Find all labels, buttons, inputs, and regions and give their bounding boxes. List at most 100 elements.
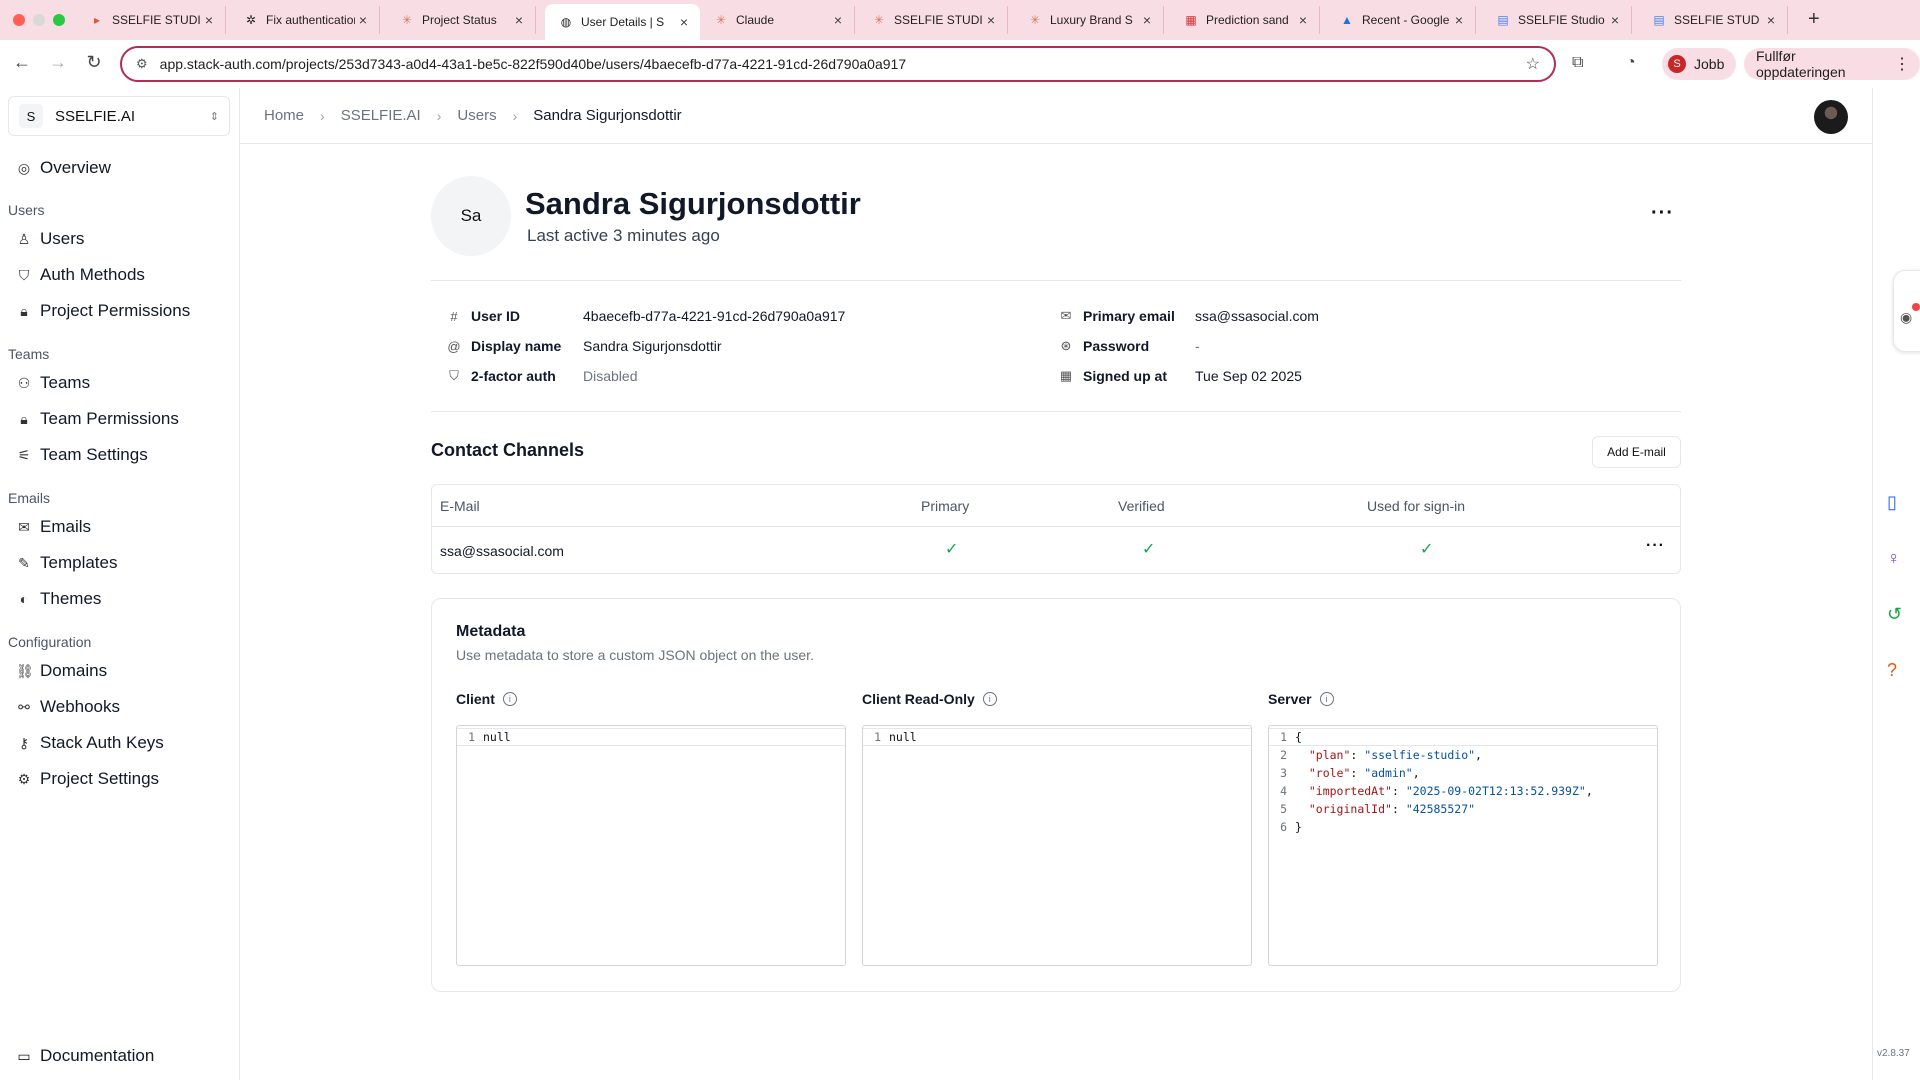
browser-tab[interactable]: ✳ Claude ×	[700, 6, 855, 34]
update-button[interactable]: Fullfør oppdateringen ⋮	[1744, 48, 1920, 80]
browser-tab-active[interactable]: ◍ User Details | S ×	[545, 4, 700, 40]
address-bar[interactable]: ⚙ app.stack-auth.com/projects/253d7343-a…	[120, 46, 1556, 82]
display-name-value[interactable]: Sandra Sigurjonsdottir	[583, 338, 722, 354]
info-icon[interactable]: i	[502, 692, 517, 706]
divider	[431, 280, 1681, 281]
browser-tab[interactable]: ▸ SSELFIE STUDIO ×	[76, 6, 226, 34]
browser-tab[interactable]: ✲ Fix authentication ×	[230, 6, 380, 34]
lightbulb-icon[interactable]: ♀	[1887, 548, 1901, 569]
sidebar-item-stack-auth-keys[interactable]: ⚷ Stack Auth Keys	[16, 733, 164, 753]
server-metadata-label: Server i	[1268, 691, 1334, 707]
metadata-card: Metadata Use metadata to store a custom …	[431, 598, 1681, 992]
column-header-email: E-Mail	[440, 498, 480, 514]
contact-email-cell: ssa@ssasocial.com	[440, 543, 564, 559]
asterisk-icon: ⊛	[1060, 338, 1072, 353]
breadcrumb-project[interactable]: SSELFIE.AI	[341, 107, 421, 124]
close-tab-icon[interactable]: ×	[1607, 12, 1623, 28]
close-tab-icon[interactable]: ×	[355, 12, 371, 28]
key-icon: ⚷	[18, 734, 30, 751]
browser-tab[interactable]: ▤ SSELFIE Studio ×	[1482, 6, 1632, 34]
account-avatar[interactable]	[1814, 100, 1848, 134]
feedback-widget[interactable]: ◉	[1893, 270, 1920, 352]
bookmark-star-icon[interactable]: ☆	[1526, 54, 1540, 74]
sidebar-item-domains[interactable]: ⛓ Domains	[16, 661, 107, 681]
field-display-name: @ Display name Sandra Sigurjonsdottir	[447, 338, 722, 354]
reload-button[interactable]: ↻	[82, 52, 106, 73]
sidebar-item-team-settings[interactable]: ⚟ Team Settings	[16, 445, 148, 465]
forward-button[interactable]: →	[46, 52, 70, 73]
add-email-button[interactable]: Add E-mail	[1592, 436, 1681, 468]
url-text[interactable]: app.stack-auth.com/projects/253d7343-a0d…	[160, 56, 1526, 72]
at-sign-icon: @	[447, 338, 461, 354]
browser-tab[interactable]: ▦ Prediction sand ×	[1170, 6, 1320, 34]
profile-name: Jobb	[1694, 56, 1725, 72]
maximize-window-button[interactable]	[53, 14, 65, 26]
field-user-id: # User ID 4baecefb-d77a-4221-91cd-26d790…	[447, 308, 845, 324]
hash-icon: #	[450, 308, 458, 324]
project-selector[interactable]: S SSELFIE.AI ⇕	[8, 96, 230, 136]
close-tab-icon[interactable]: ×	[1763, 12, 1779, 28]
sidebar-item-overview[interactable]: ◎ Overview	[16, 158, 111, 178]
close-tab-icon[interactable]: ×	[201, 12, 217, 28]
browser-menu-icon[interactable]: ⋮	[1894, 54, 1910, 74]
stack-auth-icon: ◍	[560, 15, 572, 29]
sidebar-item-webhooks[interactable]: ⚯ Webhooks	[16, 697, 120, 717]
browser-tab[interactable]: ✳ Luxury Brand S ×	[1014, 6, 1164, 34]
two-factor-value: Disabled	[583, 368, 638, 384]
book-open-icon[interactable]: ▯	[1887, 492, 1897, 513]
claude-icon: ✳	[401, 13, 413, 27]
minimize-window-button[interactable]	[33, 14, 45, 26]
performance-icon[interactable]: ◔	[1626, 54, 1636, 72]
info-icon[interactable]: i	[982, 692, 997, 706]
sidebar-item-auth-methods[interactable]: ⛉ Auth Methods	[16, 265, 145, 285]
divider	[431, 411, 1681, 412]
close-tab-icon[interactable]: ×	[676, 14, 692, 30]
browser-tab[interactable]: ▤ SSELFIE STUD ×	[1638, 6, 1788, 34]
chevron-updown-icon: ⇕	[209, 110, 219, 123]
close-tab-icon[interactable]: ×	[830, 12, 846, 28]
row-actions-button[interactable]: ···	[1646, 537, 1665, 555]
sidebar-item-documentation[interactable]: ▭ Documentation	[16, 1046, 154, 1066]
sidebar-item-teams[interactable]: ⚇ Teams	[16, 373, 90, 393]
server-metadata-editor[interactable]: 1{ 2 "plan": "sselfie-studio", 3 "role":…	[1268, 725, 1658, 966]
check-icon: ✓	[945, 541, 959, 558]
close-tab-icon[interactable]: ×	[1295, 12, 1311, 28]
sidebar-item-team-permissions[interactable]: 🔒︎ Team Permissions	[16, 409, 179, 429]
book-icon: ▭	[17, 1047, 31, 1064]
back-button[interactable]: ←	[10, 52, 34, 73]
sidebar-item-themes[interactable]: ◐ Themes	[16, 589, 102, 609]
help-circle-icon[interactable]: ?	[1887, 660, 1897, 681]
close-tab-icon[interactable]: ×	[1451, 12, 1467, 28]
mail-icon: ✉	[1060, 308, 1072, 323]
extensions-icon[interactable]: ⧉	[1572, 54, 1583, 72]
close-window-button[interactable]	[13, 14, 25, 26]
breadcrumb-current: Sandra Sigurjonsdottir	[533, 107, 682, 124]
sidebar-item-project-permissions[interactable]: 🔒︎ Project Permissions	[16, 301, 190, 321]
client-readonly-metadata-editor[interactable]: 1 null	[862, 725, 1252, 966]
page-title: Sandra Sigurjonsdottir	[525, 186, 861, 221]
close-tab-icon[interactable]: ×	[983, 12, 999, 28]
site-settings-icon[interactable]: ⚙	[136, 56, 148, 72]
browser-tab[interactable]: ✳ SSELFIE STUDIO ×	[858, 6, 1008, 34]
new-tab-button[interactable]: +	[1808, 8, 1820, 31]
password-value[interactable]: -	[1195, 338, 1200, 354]
column-header-verified: Verified	[1118, 498, 1165, 514]
signed-up-value: Tue Sep 02 2025	[1195, 368, 1302, 384]
more-actions-button[interactable]: ···	[1651, 202, 1674, 225]
breadcrumb-home[interactable]: Home	[264, 107, 304, 124]
sidebar-item-project-settings[interactable]: ⚙ Project Settings	[16, 769, 159, 789]
history-icon[interactable]: ↺	[1887, 604, 1902, 625]
profile-chip[interactable]: S Jobb	[1662, 48, 1737, 80]
client-metadata-editor[interactable]: 1 null	[456, 725, 846, 966]
check-icon: ✓	[1420, 541, 1434, 558]
browser-tab[interactable]: ✳ Project Status ×	[386, 6, 536, 34]
info-icon[interactable]: i	[1319, 692, 1334, 706]
sidebar-item-templates[interactable]: ✎ Templates	[16, 553, 117, 573]
project-badge: S	[19, 104, 43, 128]
close-tab-icon[interactable]: ×	[1139, 12, 1155, 28]
close-tab-icon[interactable]: ×	[511, 12, 527, 28]
breadcrumb-users[interactable]: Users	[457, 107, 496, 124]
browser-tab[interactable]: ▲ Recent - Google ×	[1326, 6, 1476, 34]
sidebar-item-emails[interactable]: ✉ Emails	[16, 517, 91, 537]
sidebar-item-users[interactable]: ♙ Users	[16, 229, 85, 249]
